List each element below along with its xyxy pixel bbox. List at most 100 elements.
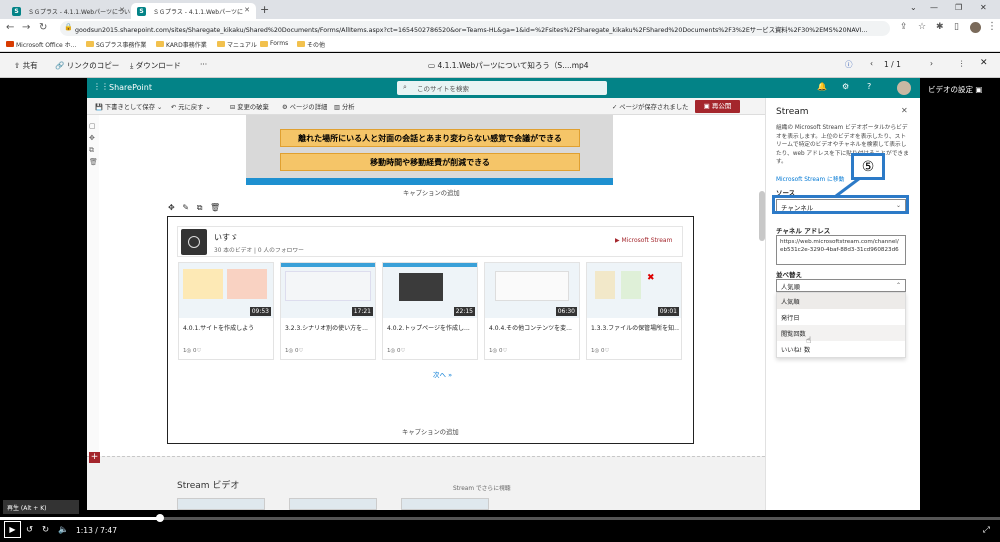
sort-dropdown[interactable]: 人気順 ⌃	[776, 279, 906, 292]
video-card[interactable]: 09:53 4.0.1.サイトを作成しよう 1◎ 0♡	[178, 262, 274, 360]
discard-button[interactable]: ⊟ 変更の破棄	[230, 102, 269, 111]
bookmark-star-icon[interactable]: ☆	[918, 22, 926, 32]
video-title[interactable]: 3.2.3.シナリオ別の使い方を...	[285, 323, 373, 332]
play-button[interactable]: ▶	[4, 521, 21, 538]
analytics-button[interactable]: ▥ 分析	[334, 102, 355, 111]
info-icon[interactable]: ⓘ	[845, 59, 853, 70]
sharepoint-screen: ⋮⋮ SharePoint このサイトを検索 ⌕ 🔔 ⚙ ? 💾 下書きとして保…	[87, 78, 920, 510]
share-button[interactable]: ⇧ 共有	[14, 60, 38, 71]
viewer-more-icon[interactable]: ⋮	[958, 59, 966, 68]
sort-option[interactable]: 人気順	[777, 293, 905, 309]
more-button[interactable]: ···	[200, 60, 207, 69]
site-search-input[interactable]: このサイトを検索	[397, 81, 607, 95]
profile-avatar[interactable]	[970, 22, 981, 33]
browser-tab[interactable]: S ＳＧプラス - 4.1.1.Webパーツについ ✕	[6, 3, 131, 19]
save-draft-button[interactable]: 💾 下書きとして保存 ⌄	[95, 102, 162, 111]
delete-icon[interactable]: 🗑	[89, 158, 98, 166]
url-text: goodsun2015.sharepoint.com/sites/Sharega…	[75, 27, 868, 34]
image-text-band: 移動時間や移動経費が削減できる	[280, 153, 580, 171]
browser-menu-icon[interactable]: ⋮	[987, 21, 997, 32]
next-page-link[interactable]: 次へ »	[433, 369, 452, 379]
video-thumbnail[interactable]	[177, 498, 265, 510]
move-icon[interactable]: ✥	[89, 134, 95, 142]
add-section-button[interactable]: +	[89, 452, 100, 463]
bookmark-folder[interactable]: KARD事務作業	[156, 40, 207, 49]
avatar[interactable]	[897, 81, 911, 95]
forward-icon[interactable]: ↻	[42, 525, 49, 535]
image-caption[interactable]: キャプションの追加	[403, 188, 460, 197]
forward-icon[interactable]: →	[22, 22, 30, 33]
bookmark-folder[interactable]: その他	[297, 40, 325, 49]
reload-icon[interactable]: ↻	[39, 22, 47, 33]
next-page-icon[interactable]: ›	[930, 59, 933, 68]
video-card[interactable]: 17:21 3.2.3.シナリオ別の使い方を... 1◎ 0♡	[280, 262, 376, 360]
minimize-icon[interactable]: —	[930, 3, 938, 12]
sort-option[interactable]: いいね! 数	[777, 341, 905, 357]
extensions-icon[interactable]: ✱	[936, 22, 944, 32]
back-icon[interactable]: ←	[6, 22, 14, 33]
close-tab-icon[interactable]: ✕	[244, 6, 250, 14]
bookmark-folder[interactable]: SGプラス事務作業	[86, 40, 146, 49]
stream-webpart[interactable]: いすゞ 30 本のビデオ | 0 人のフォロワー ▶ Microsoft Str…	[167, 216, 694, 444]
bookmark-item[interactable]: Microsoft Office ホ...	[6, 40, 76, 49]
video-title[interactable]: 4.0.1.サイトを作成しよう	[183, 323, 271, 332]
video-duration: 22:15	[453, 307, 475, 316]
new-tab-icon[interactable]: +	[260, 3, 269, 16]
seek-handle[interactable]	[156, 514, 164, 522]
video-card[interactable]: ✖ 09:01 1.3.3.ファイルの保管場所を知... 1◎ 0♡	[586, 262, 682, 360]
page-indicator: 1 / 1	[884, 60, 901, 69]
video-thumbnail[interactable]	[289, 498, 377, 510]
share-page-icon[interactable]: ⇪	[900, 22, 908, 32]
close-tab-icon[interactable]: ✕	[119, 6, 125, 14]
video-title[interactable]: 4.0.4.その他コンテンツを変...	[489, 323, 577, 332]
video-settings-button[interactable]: ビデオの設定 ▣	[928, 84, 982, 95]
video-title[interactable]: 1.3.3.ファイルの保管場所を知...	[591, 323, 679, 332]
folder-icon	[297, 41, 305, 47]
fullscreen-icon[interactable]: ⤢	[983, 525, 990, 535]
video-title[interactable]: 4.0.2.トップページを作成し...	[387, 323, 475, 332]
browser-tab-active[interactable]: S ＳＧプラス - 4.1.1.Webパーツに ✕	[131, 3, 256, 19]
video-thumbnail[interactable]	[401, 498, 489, 510]
close-viewer-icon[interactable]: ✕	[980, 58, 988, 68]
app-launcher-icon[interactable]: ⋮⋮	[93, 82, 109, 91]
bookmark-folder[interactable]: マニュアル	[217, 40, 257, 49]
rewind-icon[interactable]: ↺	[26, 525, 33, 535]
move-icon[interactable]: ✥	[168, 203, 175, 212]
close-icon[interactable]: ✕	[901, 106, 908, 115]
edit-icon[interactable]: ✎	[182, 203, 189, 212]
copy-link-button[interactable]: 🔗 リンクのコピー	[55, 60, 119, 71]
sort-option[interactable]: 発行日	[777, 309, 905, 325]
video-stats: 1◎ 0♡	[591, 348, 610, 354]
prev-page-icon[interactable]: ‹	[870, 59, 873, 68]
restore-icon[interactable]: ❐	[955, 3, 962, 12]
bookmark-folder[interactable]: Forms	[260, 40, 288, 47]
duplicate-icon[interactable]: ⧉	[89, 146, 94, 155]
webpart-caption[interactable]: キャプションの追加	[402, 427, 459, 436]
video-card[interactable]: 06:30 4.0.4.その他コンテンツを変... 1◎ 0♡	[484, 262, 580, 360]
lower-more-link[interactable]: Stream でさらに視聴	[453, 483, 511, 492]
sort-option[interactable]: 閲覧回数	[777, 325, 905, 341]
undo-button[interactable]: ↶ 元に戻す ⌄	[171, 102, 211, 111]
play-tooltip: 再生 (Alt + K)	[3, 500, 79, 514]
close-window-icon[interactable]: ✕	[980, 3, 987, 12]
help-icon[interactable]: ?	[867, 82, 871, 91]
comment-icon[interactable]: ▢	[89, 122, 96, 130]
video-stats: 1◎ 0♡	[489, 348, 508, 354]
callout-pointer	[835, 178, 861, 198]
download-button[interactable]: ⤓ ダウンロード	[130, 60, 181, 71]
gear-icon[interactable]: ⚙	[842, 82, 849, 91]
sidebar-icon[interactable]: ▯	[954, 22, 959, 32]
file-name: ▭ 4.1.1.Webパーツについて知ろう（S....mp4	[428, 61, 589, 70]
duplicate-icon[interactable]: ⧉	[197, 203, 203, 212]
video-card[interactable]: 22:15 4.0.2.トップページを作成し... 1◎ 0♡	[382, 262, 478, 360]
republish-button[interactable]: ▣ 再公開	[695, 100, 740, 113]
webpart-toolbar: ✥ ✎ ⧉ 🗑	[168, 203, 220, 213]
page-details-button[interactable]: ⚙ ページの詳細	[282, 102, 327, 111]
delete-icon[interactable]: 🗑	[210, 203, 220, 212]
volume-icon[interactable]: 🔈	[58, 525, 69, 535]
notifications-icon[interactable]: 🔔	[817, 82, 827, 91]
content-image[interactable]: 離れた場所にいる人と対面の会話とあまり変わらない感覚で会議ができる 移動時間や移…	[246, 115, 613, 185]
tab-search-icon[interactable]: ⌄	[910, 3, 917, 12]
channel-address-field[interactable]: https://web.microsoftstream.com/channel/…	[776, 235, 906, 265]
search-icon: ⌕	[403, 83, 407, 91]
